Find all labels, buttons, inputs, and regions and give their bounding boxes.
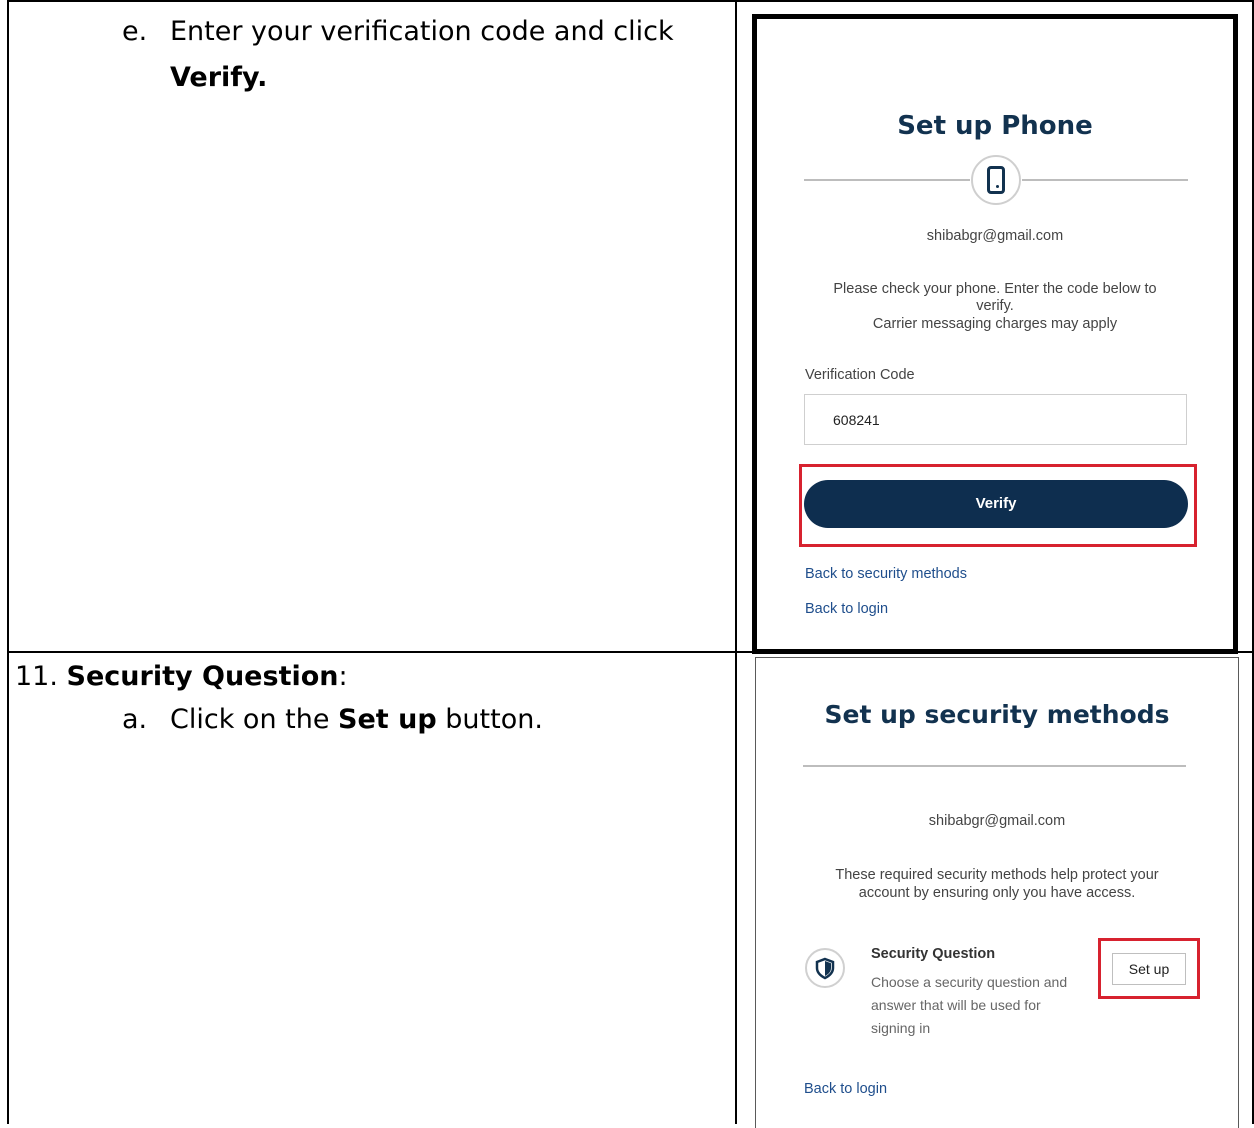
table-left-border	[7, 0, 9, 1124]
set-up-button[interactable]: Set up	[1112, 953, 1186, 985]
account-email: shibabgr@gmail.com	[928, 813, 1066, 829]
step-e-bold: Verify.	[170, 62, 268, 93]
table-top-border	[7, 0, 1254, 2]
security-question-desc-2: answer that will be used for	[871, 997, 1041, 1013]
methods-description-1: These required security methods help pro…	[835, 867, 1159, 883]
security-question-heading: Security Question	[66, 661, 339, 692]
verify-button[interactable]: Verify	[804, 480, 1188, 528]
mobile-phone-icon	[971, 155, 1021, 205]
title-divider	[803, 765, 1186, 767]
methods-description-2: account by ensuring only you have access…	[858, 885, 1136, 901]
back-to-security-methods-link[interactable]: Back to security methods	[805, 566, 967, 582]
divider-left	[804, 179, 970, 181]
step-e-text: Enter your verification code and click	[170, 16, 674, 47]
carrier-charges-text: Carrier messaging charges may apply	[872, 316, 1118, 332]
step-11a-text: Click on the Set up button.	[170, 704, 543, 735]
step-11-heading: 11. Security Question:	[15, 661, 348, 692]
verification-code-input[interactable]	[804, 394, 1187, 445]
check-phone-text-1: Please check your phone. Enter the code …	[833, 281, 1157, 297]
account-email: shibabgr@gmail.com	[926, 228, 1064, 244]
step-e-line1: e.	[122, 16, 147, 47]
verification-code-label: Verification Code	[805, 367, 915, 383]
back-to-login-link[interactable]: Back to login	[805, 601, 888, 617]
shield-icon	[805, 948, 845, 988]
step-11a-marker: a.	[122, 704, 148, 735]
security-methods-screenshot: Set up security methods shibabgr@gmail.c…	[755, 657, 1239, 1128]
phone-setup-screenshot: Set up Phone shibabgr@gmail.com Please c…	[752, 14, 1238, 654]
security-question-desc-3: signing in	[871, 1020, 931, 1036]
phone-setup-title: Set up Phone	[897, 111, 1093, 141]
table-column-divider	[735, 0, 737, 1124]
security-question-desc-1: Choose a security question and	[871, 974, 1068, 990]
divider-right	[1022, 179, 1188, 181]
step-e-marker: e.	[122, 16, 148, 47]
security-question-title: Security Question	[871, 946, 996, 962]
check-phone-text-2: verify.	[976, 298, 1014, 314]
back-to-login-link[interactable]: Back to login	[804, 1081, 887, 1097]
security-methods-title: Set up security methods	[824, 700, 1170, 729]
